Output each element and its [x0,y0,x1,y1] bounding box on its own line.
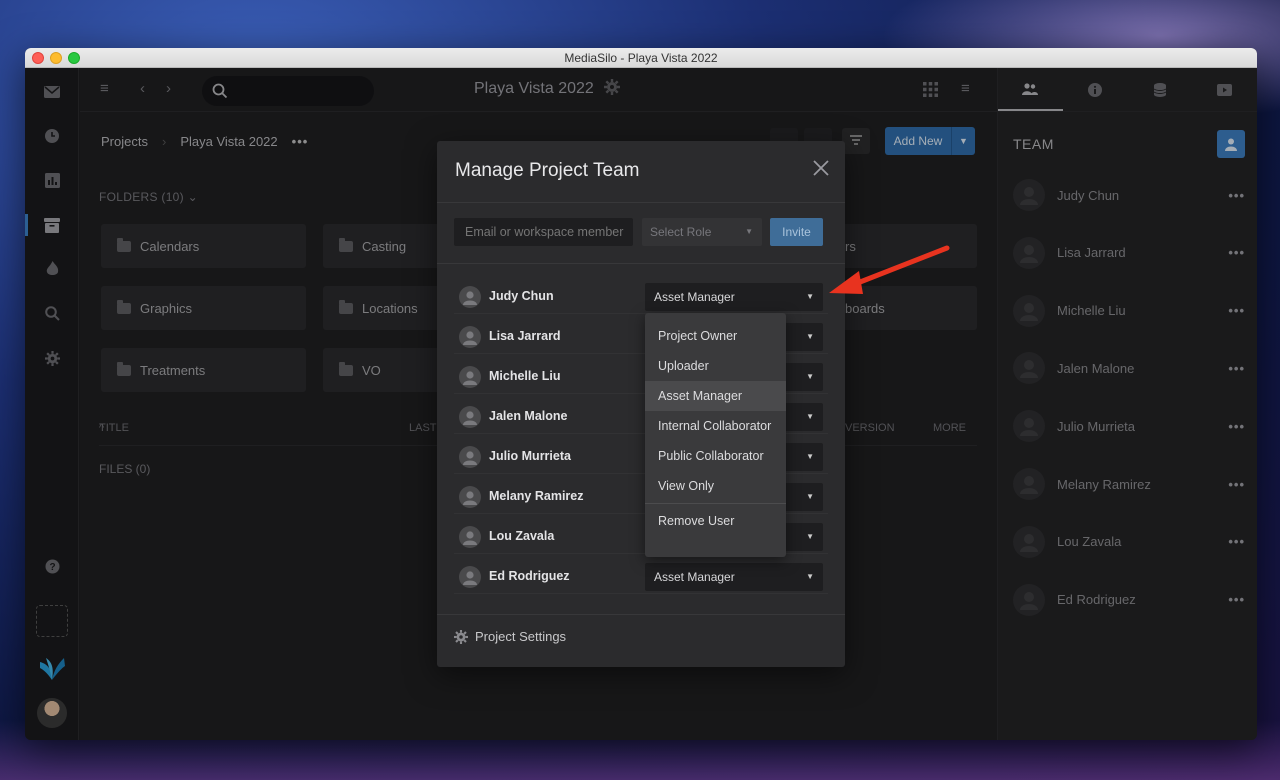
invite-button[interactable]: Invite [770,218,823,246]
select-role-label: Select Role [650,225,712,239]
role-option[interactable]: Project Owner [645,321,786,351]
role-option[interactable]: Public Collaborator [645,441,786,471]
member-role-value: Asset Manager [654,290,735,304]
modal-divider [437,263,845,264]
avatar-icon [459,526,481,548]
avatar-icon [459,486,481,508]
minimize-window-button[interactable] [50,52,62,64]
annotation-arrow-icon [829,245,950,294]
member-name: Lou Zavala [489,529,555,543]
gear-icon [454,629,468,644]
zoom-window-button[interactable] [68,52,80,64]
modal-divider [437,614,845,615]
chevron-down-icon: ▼ [806,572,814,581]
role-option[interactable]: View Only [645,471,786,501]
avatar-icon [459,326,481,348]
avatar-icon [459,406,481,428]
role-option[interactable]: Uploader [645,351,786,381]
member-row: Judy Chun Asset Manager ▼ [454,280,828,314]
chevron-down-icon: ▼ [806,412,814,421]
remove-user-option[interactable]: Remove User [645,506,786,536]
project-settings-link[interactable]: Project Settings [454,629,566,644]
chevron-down-icon: ▼ [745,227,753,236]
member-name: Lisa Jarrard [489,329,561,343]
member-name: Ed Rodriguez [489,569,570,583]
avatar-icon [459,366,481,388]
member-role-value: Asset Manager [654,570,735,584]
chevron-down-icon: ▼ [806,332,814,341]
member-name: Michelle Liu [489,369,561,383]
modal-title: Manage Project Team [455,160,640,181]
role-option[interactable]: Asset Manager [645,381,786,411]
member-name: Julio Murrieta [489,449,571,463]
app-window: MediaSilo - Playa Vista 2022 ? ≡ ‹ › Pla… [25,48,1257,740]
traffic-lights [32,52,80,64]
role-dropdown-menu: Project Owner Uploader Asset Manager Intern… [645,313,786,557]
chevron-down-icon: ▼ [806,452,814,461]
close-window-button[interactable] [32,52,44,64]
window-titlebar: MediaSilo - Playa Vista 2022 [25,48,1257,68]
member-role-dropdown[interactable]: Asset Manager ▼ [645,283,823,311]
avatar-icon [459,446,481,468]
member-name: Melany Ramirez [489,489,584,503]
modal-divider [437,202,845,203]
chevron-down-icon: ▼ [806,292,814,301]
email-field[interactable] [454,218,633,246]
avatar-icon [459,566,481,588]
chevron-down-icon: ▼ [806,532,814,541]
dropdown-divider [645,503,786,504]
select-role-dropdown[interactable]: Select Role ▼ [642,218,762,246]
member-role-dropdown[interactable]: Asset Manager ▼ [645,563,823,591]
member-name: Jalen Malone [489,409,568,423]
close-icon[interactable] [812,159,830,177]
role-options: Project Owner Uploader Asset Manager Intern… [645,321,786,501]
project-settings-label: Project Settings [475,629,567,644]
member-name: Judy Chun [489,289,554,303]
app-body: ? ≡ ‹ › Playa Vista 2022 ≡ Projects › Pl… [25,68,1257,740]
window-title: MediaSilo - Playa Vista 2022 [564,51,718,65]
member-row: Ed Rodriguez Asset Manager ▼ [454,560,828,594]
chevron-down-icon: ▼ [806,492,814,501]
role-option[interactable]: Internal Collaborator [645,411,786,441]
chevron-down-icon: ▼ [806,372,814,381]
avatar-icon [459,286,481,308]
